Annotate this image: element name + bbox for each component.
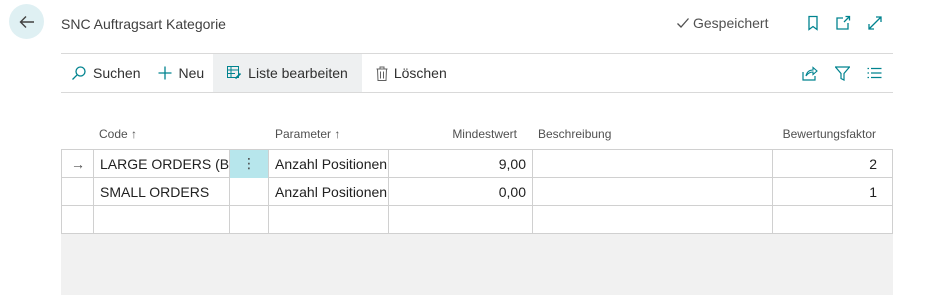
cell-factor[interactable]: 1 [772,178,893,206]
edit-list-button[interactable]: Liste bearbeiten [213,54,362,92]
search-label: Suchen [93,65,141,81]
cell-min-value[interactable]: 9,00 [388,150,532,178]
open-in-new-window-icon[interactable] [834,14,852,32]
column-header-description[interactable]: Beschreibung [538,127,611,141]
edit-list-label: Liste bearbeiten [248,65,348,81]
search-icon [72,66,86,80]
cell-code[interactable] [93,206,229,234]
row-indicator-arrow-icon: → [61,150,93,178]
row-indicator [61,178,93,206]
cell-description[interactable] [532,150,772,178]
cell-parameter[interactable]: Anzahl Positionen [268,178,388,206]
list-view-icon [867,67,882,79]
cell-parameter[interactable] [268,206,388,234]
grid-empty-area [61,234,893,295]
column-header-code[interactable]: Code ↑ [99,127,137,141]
expand-icon[interactable] [866,14,884,32]
new-button[interactable]: Neu [149,54,213,92]
plus-icon [158,66,172,80]
cell-code[interactable]: LARGE ORDERS (BI... [93,150,229,178]
cell-parameter[interactable]: Anzahl Positionen [268,150,388,178]
column-header-parameter[interactable]: Parameter ↑ [275,127,340,141]
back-button[interactable] [9,4,44,39]
back-arrow-icon [19,15,34,28]
share-button[interactable] [802,54,818,92]
cell-factor[interactable] [772,206,893,234]
column-header-factor[interactable]: Bewertungsfaktor [773,127,876,141]
toolbar-divider [61,92,893,93]
filter-button[interactable] [835,54,850,92]
action-bar: Suchen Neu Liste bearbeiten Löschen [61,54,893,92]
cell-min-value[interactable]: 0,00 [388,178,532,206]
delete-button[interactable]: Löschen [362,54,456,92]
row-actions-cell[interactable] [229,178,268,206]
search-button[interactable]: Suchen [61,54,149,92]
trash-icon [376,66,388,81]
table-row[interactable]: → LARGE ORDERS (BI... ⋮ Anzahl Positione… [61,150,893,178]
column-header-min-value[interactable]: Mindestwert [389,127,517,141]
cell-description[interactable] [532,206,772,234]
delete-label: Löschen [393,65,447,81]
data-grid: → LARGE ORDERS (BI... ⋮ Anzahl Positione… [61,149,893,234]
checkmark-icon [677,18,689,28]
cell-code[interactable]: SMALL ORDERS [93,178,229,206]
share-icon [802,65,818,81]
filter-icon [835,65,850,81]
edit-list-icon [227,66,242,80]
saved-status: Gespeichert [676,15,768,31]
cell-description[interactable] [532,178,772,206]
row-actions-cell[interactable] [229,206,268,234]
page-title: SNC Auftragsart Kategorie [61,16,226,32]
table-row[interactable]: SMALL ORDERS Anzahl Positionen 0,00 1 [61,178,893,206]
cell-factor[interactable]: 2 [772,150,893,178]
new-label: Neu [178,65,205,81]
row-actions-menu-icon[interactable]: ⋮ [229,150,268,178]
saved-label: Gespeichert [693,15,769,31]
cell-min-value[interactable] [388,206,532,234]
bookmark-icon[interactable] [804,14,822,32]
table-row-new[interactable] [61,206,893,234]
row-indicator [61,206,93,234]
list-view-button[interactable] [867,54,882,92]
